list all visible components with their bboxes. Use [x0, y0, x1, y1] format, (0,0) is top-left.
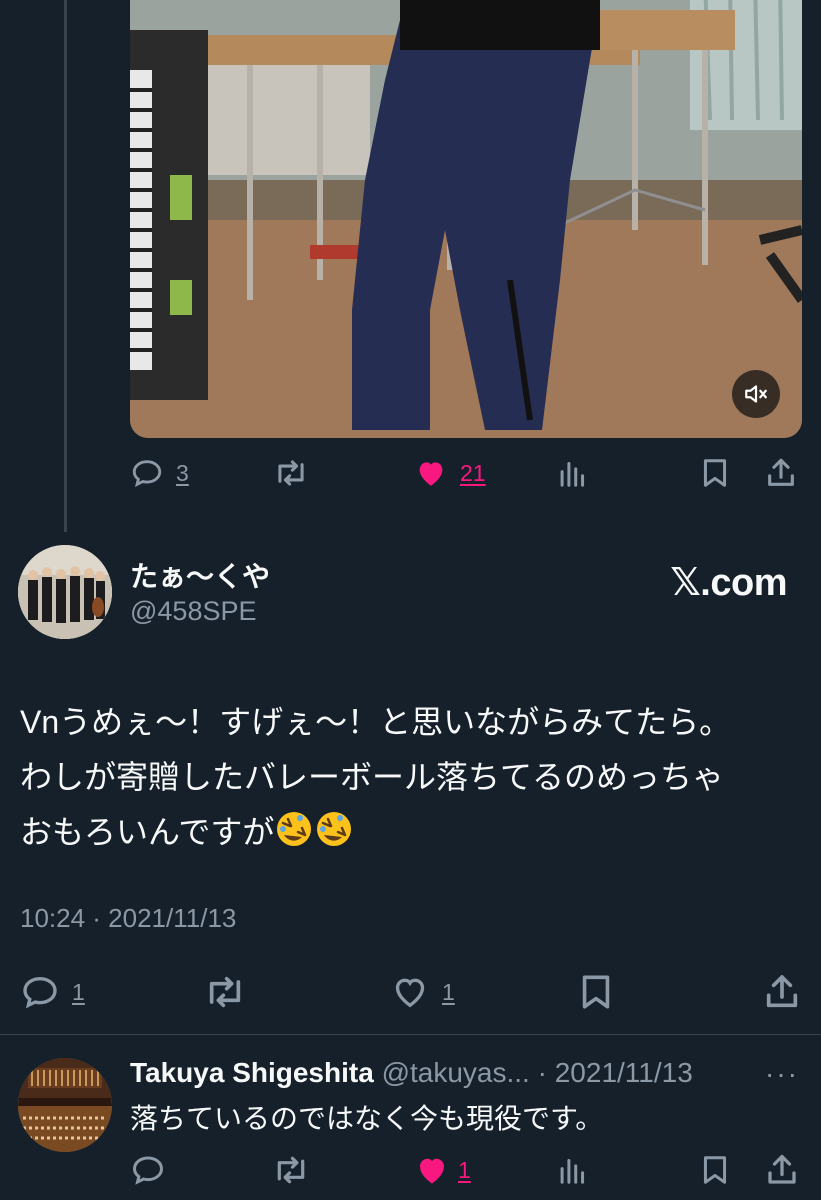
reply-bubble-icon — [132, 460, 162, 487]
retweet-button[interactable] — [203, 972, 247, 1012]
share-button[interactable] — [764, 1152, 800, 1188]
reply-avatar[interactable] — [18, 1058, 112, 1152]
bookmark-button[interactable] — [700, 1152, 730, 1188]
rolling-laughing-emoji-icon — [277, 812, 312, 846]
retweet-icon — [277, 1156, 305, 1184]
author-display-name[interactable]: たぁ〜くや — [130, 555, 270, 595]
reply-bubble-icon — [23, 976, 57, 1009]
bookmark-button[interactable] — [578, 972, 614, 1012]
retweet-icon — [278, 460, 304, 486]
retweet-button[interactable] — [272, 1152, 310, 1188]
reply-button[interactable]: 1 — [20, 972, 85, 1012]
thread-connector-line — [64, 0, 67, 532]
reply-author-handle[interactable]: @takuyas... — [382, 1057, 530, 1088]
like-count: 1 — [458, 1156, 471, 1183]
retweet-icon — [209, 976, 241, 1008]
retweet-button[interactable] — [273, 456, 309, 490]
video-frame — [130, 0, 802, 438]
heart-filled-icon — [420, 1158, 444, 1184]
share-button[interactable] — [764, 456, 798, 490]
share-upload-icon — [768, 1154, 796, 1184]
like-button[interactable]: 21 — [414, 456, 486, 490]
more-options-button[interactable]: ··· — [765, 1058, 799, 1090]
reply-count: 3 — [176, 459, 189, 486]
bookmark-button[interactable] — [700, 456, 730, 490]
section-divider — [0, 1034, 821, 1035]
like-button[interactable]: 1 — [414, 1152, 471, 1188]
reply-button[interactable] — [130, 1152, 166, 1188]
like-button[interactable]: 1 — [390, 972, 455, 1012]
tweet-body: Vnうめぇ〜！すげぇ〜！と思いながらみてたら。 わしが寄贈したバレーボール落ちてる… — [20, 695, 800, 860]
heart-outline-icon — [395, 978, 425, 1008]
tweet-text-line: Vnうめぇ〜！すげぇ〜！と思いながらみてたら。 — [20, 704, 732, 740]
share-button[interactable] — [762, 972, 802, 1012]
bookmark-icon — [703, 459, 727, 487]
reply-body: 落ちているのではなく今も現役です。 — [130, 1103, 604, 1134]
heart-filled-icon — [419, 462, 443, 486]
like-count: 1 — [442, 978, 455, 1005]
rolling-laughing-emoji-icon — [317, 812, 352, 846]
reply-bubble-icon — [132, 1156, 164, 1185]
speaker-muted-icon — [745, 385, 767, 403]
tweet-timestamp[interactable]: 10:24 · 2021/11/13 — [20, 903, 236, 934]
bar-chart-icon — [560, 461, 585, 487]
tweet-text-line: おもろいんですが — [20, 814, 275, 850]
reply-count: 1 — [72, 978, 85, 1005]
bookmark-icon — [703, 1156, 727, 1184]
bar-chart-icon — [560, 1158, 585, 1184]
view-count-button[interactable] — [558, 456, 588, 490]
author-handle[interactable]: @458SPE — [130, 596, 256, 627]
x-com-source-label: 𝕏.com — [670, 562, 787, 604]
share-upload-icon — [766, 975, 798, 1008]
avatar-group-photo — [18, 545, 112, 639]
tweet-text-line: わしが寄贈したバレーボール落ちてるのめっちゃ — [20, 759, 725, 795]
like-count: 21 — [460, 459, 486, 486]
bookmark-icon — [582, 975, 610, 1009]
avatar-concert-hall-photo — [18, 1058, 112, 1152]
tweet-video[interactable] — [130, 0, 802, 438]
reply-date[interactable]: · 2021/11/13 — [538, 1057, 693, 1088]
mute-toggle-button[interactable] — [732, 370, 780, 418]
share-upload-icon — [768, 458, 794, 486]
view-count-button[interactable] — [558, 1152, 588, 1188]
reply-header: Takuya Shigeshita @takuyas... · 2021/11/… — [130, 1057, 810, 1089]
avatar[interactable] — [18, 545, 112, 639]
reply-author-name[interactable]: Takuya Shigeshita — [130, 1057, 374, 1088]
reply-button[interactable]: 3 — [130, 456, 189, 490]
